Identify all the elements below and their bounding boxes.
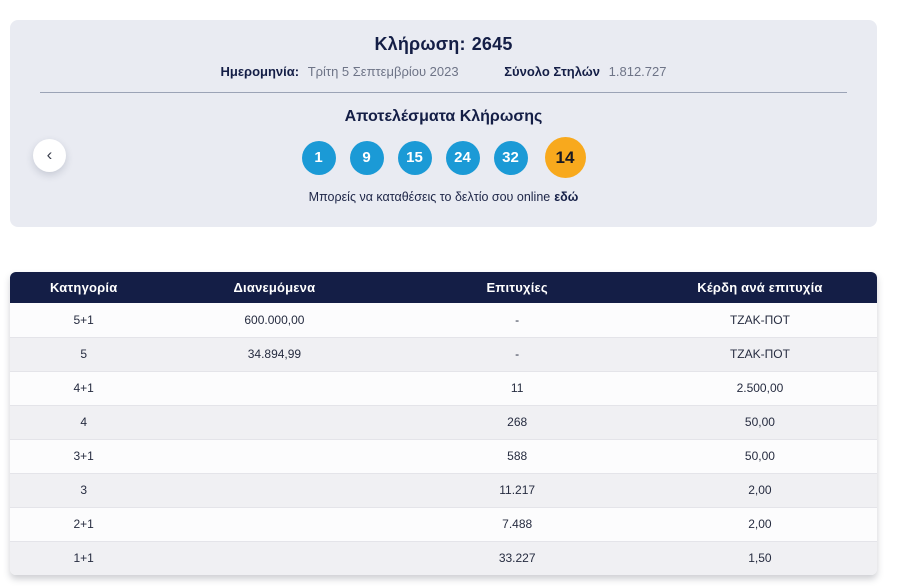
table-cell [157,405,392,440]
table-row: 1+1 33.227 1,50 [10,541,877,575]
table-cell: 5 [10,337,158,372]
table-cell [157,507,392,542]
results-balls: 1 9 15 24 32 14 [10,137,877,178]
total-columns-value: 1.812.727 [608,64,667,79]
table-cell: 2.500,00 [642,371,877,406]
divider [40,92,847,93]
chevron-left-icon: ‹ [46,145,53,164]
table-row: 2+1 7.488 2,00 [10,507,877,542]
table-cell: 5+1 [10,303,158,338]
date-value: Τρίτη 5 Σεπτεμβρίου 2023 [307,64,459,79]
column-header: Διανεμόμενα [157,272,392,303]
table-cell [157,473,392,508]
deposit-text: Μπορείς να καταθέσεις το δελτίο σου onli… [308,190,551,204]
table-cell: 4 [10,405,158,440]
previous-draw-button[interactable]: ‹ [33,139,66,172]
table-cell: 50,00 [642,405,877,440]
table-header-row: Κατηγορία Διανεμόμενα Επιτυχίες Κέρδη ανά ε… [10,272,877,303]
results-title: Αποτελέσματα Κλήρωσης [344,108,543,125]
table-row: 5 34.894,99- ΤΖΑΚ-ΠΟΤ [10,337,877,372]
winning-number-ball: 32 [493,140,528,175]
draw-title: Κλήρωση: 2645 [10,20,877,55]
table-body: 5+1 600.000,00- ΤΖΑΚ-ΠΟΤ 5 34.894,99- ΤΖΑΚ-ΠΟ… [10,303,877,575]
table-cell: 33.227 [498,551,536,566]
draw-title-label: Κλήρωση: [374,34,466,54]
table-cell: 7.488 [391,507,643,542]
winning-number-ball: 1 [301,140,336,175]
table-cell: 3+1 [10,439,158,474]
table-cell: 4+1 [10,371,158,406]
table-cell: 600.000,00 [157,303,392,338]
table-row: 4 268 50,00 [10,405,877,440]
table-cell: 3 [10,473,158,508]
draw-meta: Ημερομηνία: Τρίτη 5 Σεπτεμβρίου 2023 Σύν… [10,64,877,79]
table-cell: 1+1 [73,551,94,566]
table-cell: 11 [391,371,643,406]
table-cell: 2,00 [642,473,877,508]
table-row: 3+1 588 50,00 [10,439,877,474]
table-cell: ΤΖΑΚ-ΠΟΤ [642,303,877,338]
table-cell [157,439,392,474]
draw-date: Ημερομηνία: Τρίτη 5 Σεπτεμβρίου 2023 [221,64,463,79]
winnings-table: Κατηγορία Διανεμόμενα Επιτυχίες Κέρδη ανά ε… [10,272,877,575]
table-row: 4+1 11 2.500,00 [10,371,877,406]
column-header: Κέρδη ανά επιτυχία [642,272,877,303]
total-columns: Σύνολο Στηλών 1.812.727 [504,64,666,79]
table-cell: ΤΖΑΚ-ΠΟΤ [642,337,877,372]
table-cell [157,541,391,575]
table-cell [157,371,392,406]
table-cell: 11.217 [391,473,643,508]
table-cell: 34.894,99 [157,337,392,372]
table-cell: 588 [391,439,643,474]
joker-number-ball: 14 [544,137,586,178]
draw-number: 2645 [471,34,513,54]
deposit-line: Μπορείς να καταθέσεις το δελτίο σου onli… [10,190,877,204]
total-columns-label: Σύνολο Στηλών [504,64,601,79]
table-cell: - [391,337,643,372]
table-cell: 2,00 [642,507,877,542]
table-cell: 1,50 [748,551,772,566]
column-header: Επιτυχίες [391,272,643,303]
table-cell: 50,00 [642,439,877,474]
table-row: 5+1 600.000,00- ΤΖΑΚ-ΠΟΤ [10,303,877,338]
deposit-here-link[interactable]: εδώ [554,190,578,204]
column-header: Κατηγορία [10,272,158,303]
table-cell: 2+1 [10,507,158,542]
winning-number-ball: 24 [445,140,480,175]
table-cell: - [391,303,643,338]
date-label: Ημερομηνία: [220,64,300,79]
draw-summary-card: Κλήρωση: 2645 Ημερομηνία: Τρίτη 5 Σεπτεμβ… [10,20,877,227]
winning-number-ball: 9 [349,140,384,175]
winnings-table-card: Κατηγορία Διανεμόμενα Επιτυχίες Κέρδη ανά ε… [10,272,877,575]
table-row: 3 11.217 2,00 [10,473,877,508]
winning-number-ball: 15 [397,140,432,175]
table-cell: 268 [391,405,643,440]
